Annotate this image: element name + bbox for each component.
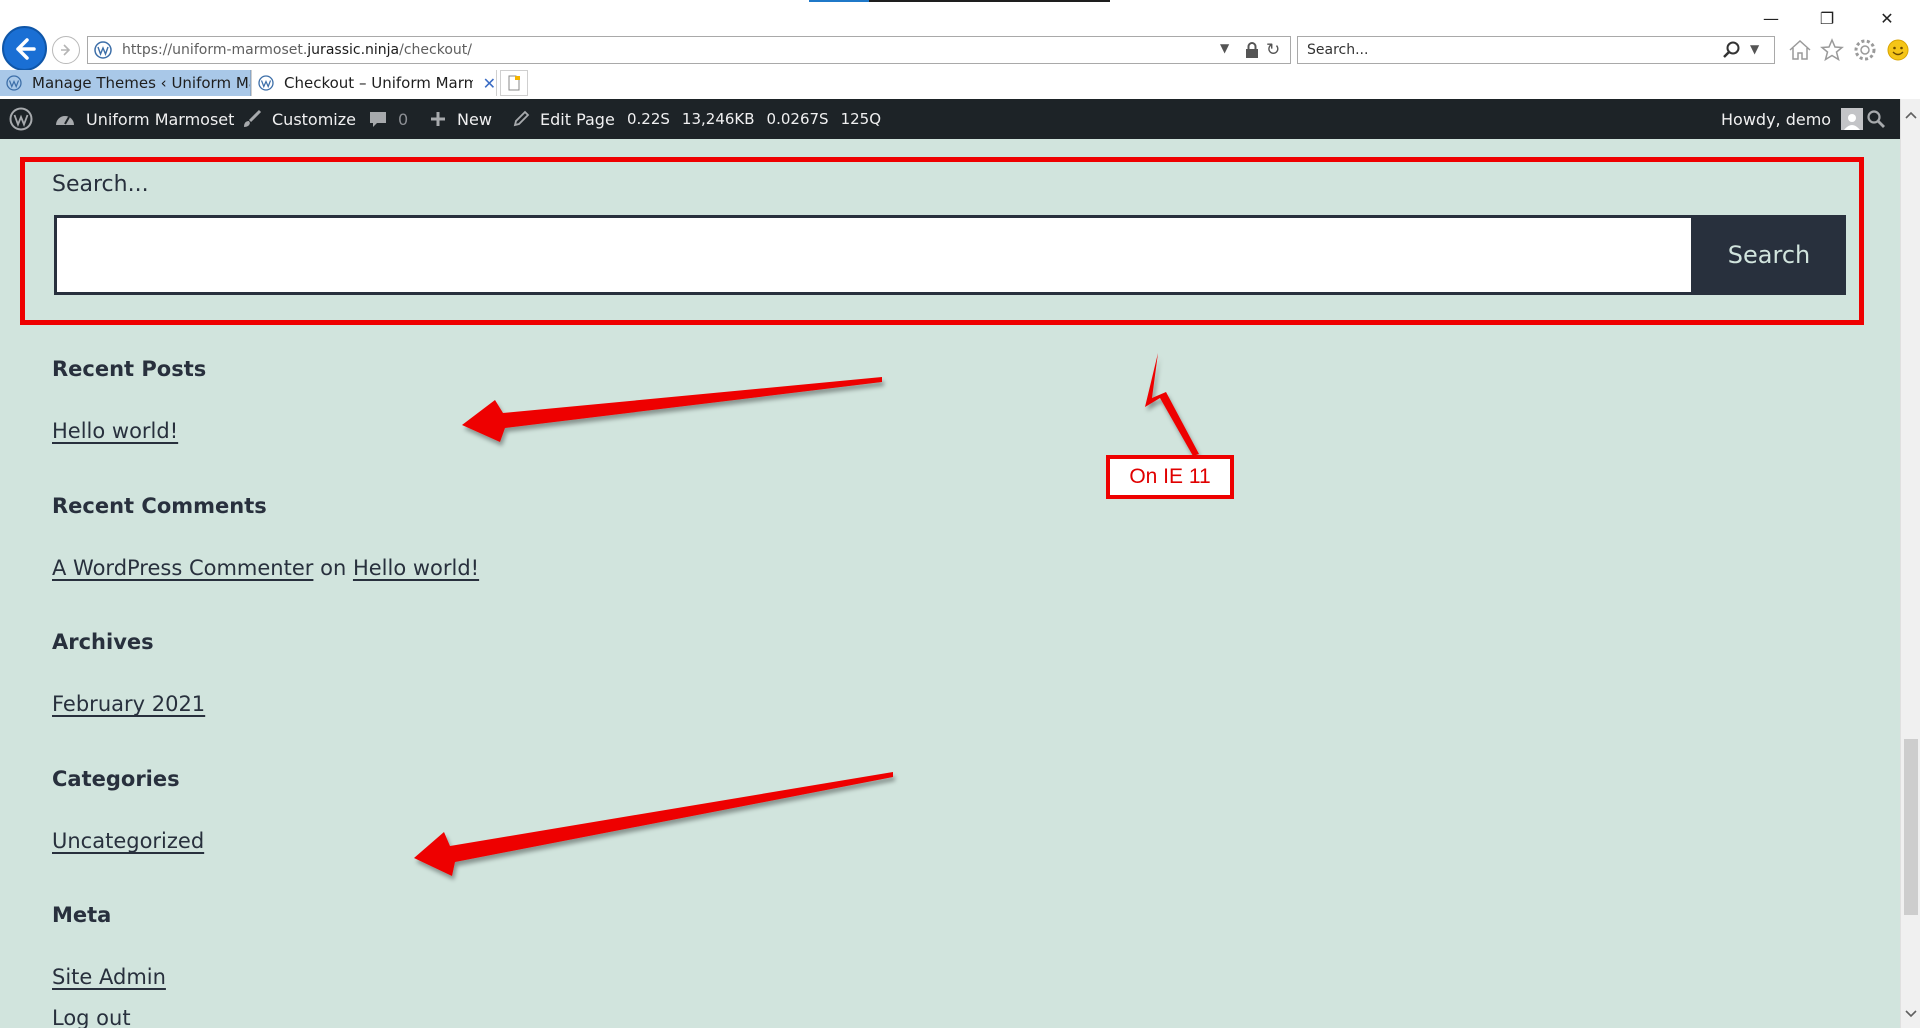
archives-title: Archives <box>52 630 154 654</box>
paintbrush-icon <box>242 109 262 129</box>
annotation-highlight-box <box>20 157 1864 325</box>
new-tab-button[interactable] <box>500 70 528 96</box>
wordpress-logo-icon <box>9 107 33 131</box>
magnifier-icon[interactable] <box>1722 40 1742 60</box>
meta-title: Meta <box>52 903 112 927</box>
restore-button[interactable]: ❐ <box>1804 4 1850 32</box>
minimize-button[interactable]: — <box>1748 4 1794 32</box>
log-out-link[interactable]: Log out <box>52 1006 131 1028</box>
comments-link[interactable]: 0 <box>368 99 408 139</box>
address-dropdown-icon[interactable]: ▼ <box>1220 41 1229 55</box>
lock-icon[interactable] <box>1243 41 1261 59</box>
address-bar[interactable]: https://uniform-marmoset.jurassic.ninja/… <box>87 36 1291 64</box>
wp-admin-bar: Uniform Marmoset Customize 0 New Edit Pa… <box>0 99 1900 139</box>
favorites-star-icon[interactable] <box>1818 36 1846 64</box>
stat-time: 0.22S <box>627 110 670 128</box>
search-icon <box>1867 110 1885 128</box>
comment-author-link[interactable]: A WordPress Commenter <box>52 556 313 580</box>
query-monitor-stats[interactable]: 0.22S 13,246KB 0.0267S 125Q <box>627 99 881 139</box>
recent-comment-item: A WordPress Commenter on Hello world! <box>52 556 479 580</box>
refresh-icon[interactable]: ↻ <box>1266 40 1280 60</box>
wordpress-logo-menu[interactable] <box>9 99 33 139</box>
scrollbar-thumb[interactable] <box>1904 739 1918 915</box>
site-name-menu[interactable]: Uniform Marmoset <box>54 99 234 139</box>
arrow-left-icon <box>15 37 36 60</box>
wordpress-favicon-icon <box>6 75 22 91</box>
avatar <box>1841 108 1864 130</box>
new-label: New <box>457 109 492 129</box>
close-window-button[interactable]: ✕ <box>1864 4 1910 32</box>
stat-db-time: 0.0267S <box>766 110 829 128</box>
vertical-scrollbar[interactable] <box>1900 99 1920 1028</box>
plus-icon <box>429 110 447 128</box>
recent-comments-title: Recent Comments <box>52 494 267 518</box>
edit-page-label: Edit Page <box>540 109 615 129</box>
annotation-label: On IE 11 <box>1106 455 1234 499</box>
tab-manage-themes[interactable]: Manage Themes ‹ Uniform Ma... <box>0 70 251 96</box>
category-link[interactable]: Uncategorized <box>52 829 204 853</box>
archive-link[interactable]: February 2021 <box>52 692 205 716</box>
feedback-smiley-icon[interactable] <box>1884 36 1912 64</box>
edit-page-link[interactable]: Edit Page <box>512 99 615 139</box>
adminbar-search[interactable] <box>1866 99 1886 139</box>
pencil-icon <box>512 110 530 128</box>
comment-bubble-icon <box>368 109 388 129</box>
site-name: Uniform Marmoset <box>86 109 235 129</box>
comment-on-text: on <box>320 556 347 580</box>
browser-search-bar[interactable]: Search... ▼ <box>1297 36 1775 64</box>
new-tab-icon <box>508 75 520 91</box>
title-bar-accent <box>809 0 1110 2</box>
customize-label: Customize <box>272 109 356 129</box>
forward-button[interactable] <box>52 36 80 64</box>
wordpress-favicon-icon <box>94 41 112 59</box>
recent-post-link[interactable]: Hello world! <box>52 419 178 443</box>
site-admin-link[interactable]: Site Admin <box>52 965 166 989</box>
arrow-right-icon <box>61 44 71 56</box>
howdy-text: Howdy, demo <box>1721 109 1832 129</box>
my-account-menu[interactable]: Howdy, demo <box>1721 99 1864 139</box>
browser-chrome: https://uniform-marmoset.jurassic.ninja/… <box>0 0 1920 99</box>
comment-post-link[interactable]: Hello world! <box>353 556 479 580</box>
categories-title: Categories <box>52 767 180 791</box>
wordpress-favicon-icon <box>258 75 274 91</box>
tab-close-icon[interactable]: ✕ <box>483 74 496 93</box>
tab-checkout[interactable]: Checkout – Uniform Marmo... ✕ <box>251 70 497 96</box>
search-dropdown-icon[interactable]: ▼ <box>1750 42 1759 56</box>
browser-search-placeholder: Search... <box>1307 42 1369 58</box>
recent-posts-title: Recent Posts <box>52 357 207 381</box>
tab-label: Checkout – Uniform Marmo... <box>284 74 473 92</box>
dashboard-icon <box>54 109 76 129</box>
tab-label: Manage Themes ‹ Uniform Ma... <box>32 74 250 92</box>
home-icon[interactable] <box>1786 36 1814 64</box>
back-button[interactable] <box>2 26 47 71</box>
settings-gear-icon[interactable] <box>1851 36 1879 64</box>
address-text[interactable]: https://uniform-marmoset.jurassic.ninja/… <box>122 42 472 58</box>
customize-link[interactable]: Customize <box>242 99 356 139</box>
stat-queries: 125Q <box>840 110 881 128</box>
scroll-down-arrow-icon[interactable] <box>1901 1004 1920 1024</box>
scroll-up-arrow-icon[interactable] <box>1901 105 1920 125</box>
comments-count: 0 <box>398 109 409 129</box>
new-content-menu[interactable]: New <box>429 99 492 139</box>
stat-memory: 13,246KB <box>681 110 755 128</box>
